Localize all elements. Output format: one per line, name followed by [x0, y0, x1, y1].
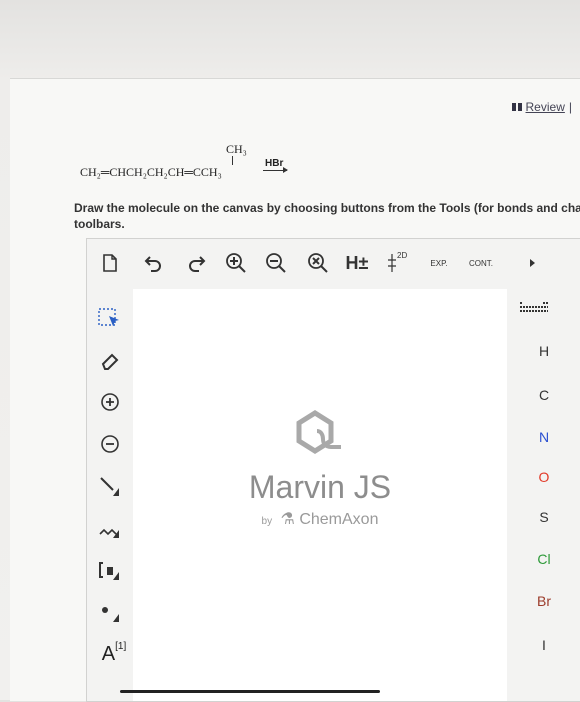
element-o-button[interactable]: O: [529, 469, 559, 485]
review-separator: |: [568, 100, 572, 114]
add-explicit-hydrogens-button[interactable]: H±: [343, 251, 371, 275]
element-i-button[interactable]: I: [529, 637, 559, 653]
element-cl-button[interactable]: Cl: [529, 551, 559, 567]
hydrogens-label: H±: [345, 252, 369, 273]
review-label[interactable]: Review: [526, 100, 565, 114]
element-n-button[interactable]: N: [529, 429, 559, 445]
select-tool-icon[interactable]: [97, 305, 123, 331]
logo-company-label: ChemAxon: [299, 511, 379, 528]
expand-label: EXP.: [430, 258, 448, 268]
bracket-tool-icon[interactable]: [97, 557, 123, 583]
element-c-button[interactable]: C: [529, 387, 559, 403]
contract-label: CONT.: [469, 258, 493, 268]
marvin-editor[interactable]: H± 2D EXP. CONT. A [1] Marvin JS by ⚗ Ch…: [86, 238, 580, 702]
zoom-in-icon[interactable]: [223, 251, 249, 275]
instructions-text: Draw the molecule on the canvas by choos…: [74, 201, 580, 231]
atom-properties-label: A: [101, 642, 116, 665]
atom-properties-superscript: [1]: [115, 640, 127, 652]
erase-tool-icon[interactable]: [97, 347, 123, 373]
top-toolbar: H± 2D EXP. CONT.: [87, 239, 580, 289]
review-link[interactable]: Review |: [511, 100, 572, 114]
new-document-icon[interactable]: [99, 251, 121, 275]
clean-2d-button[interactable]: 2D: [385, 251, 409, 275]
left-toolbar: A [1]: [87, 289, 133, 701]
toolbar-more-arrow-icon[interactable]: [527, 251, 539, 275]
element-s-button[interactable]: S: [529, 509, 559, 525]
single-bond-tool-icon[interactable]: [97, 473, 123, 499]
expand-button[interactable]: EXP.: [425, 251, 453, 275]
scrollbar[interactable]: [120, 690, 380, 693]
undo-icon[interactable]: [141, 251, 165, 275]
two-d-label: 2D: [397, 251, 408, 260]
element-br-button[interactable]: Br: [529, 593, 559, 609]
positive-charge-icon[interactable]: [97, 389, 123, 415]
substituent-bond: [232, 156, 233, 165]
logo-by-label: by: [261, 516, 273, 527]
right-toolbar: H C N O S Cl Br I: [507, 289, 580, 701]
redo-icon[interactable]: [185, 251, 209, 275]
clear-icon[interactable]: [305, 251, 331, 275]
contract-button[interactable]: CONT.: [465, 251, 497, 275]
periodic-table-icon[interactable]: [519, 299, 549, 319]
atom-properties-tool[interactable]: A [1]: [97, 639, 131, 669]
atom-dot-tool-icon[interactable]: [97, 599, 123, 625]
methyl-substituent: CH₃: [226, 142, 247, 156]
chemaxon-logo-icon: [293, 409, 349, 464]
reagent-label: HBr: [265, 158, 284, 169]
review-icon: [511, 103, 522, 111]
zoom-out-icon[interactable]: [263, 251, 289, 275]
drawing-canvas[interactable]: Marvin JS by ⚗ ChemAxon: [133, 289, 507, 701]
reactant-formula: CH₂═CHCH₂CH₂CH═CCH₃: [80, 165, 222, 179]
chain-tool-icon[interactable]: [97, 515, 123, 541]
negative-charge-icon[interactable]: [97, 431, 123, 457]
flask-icon: ⚗: [280, 511, 295, 528]
reaction-arrow: [263, 167, 288, 173]
element-h-button[interactable]: H: [529, 343, 559, 359]
reaction-equation: CH₃ CH₂═CHCH₂CH₂CH═CCH₃ HBr: [80, 140, 310, 180]
chemaxon-subtitle: by ⚗ ChemAxon: [133, 509, 507, 529]
marvin-js-title: Marvin JS: [248, 469, 392, 505]
